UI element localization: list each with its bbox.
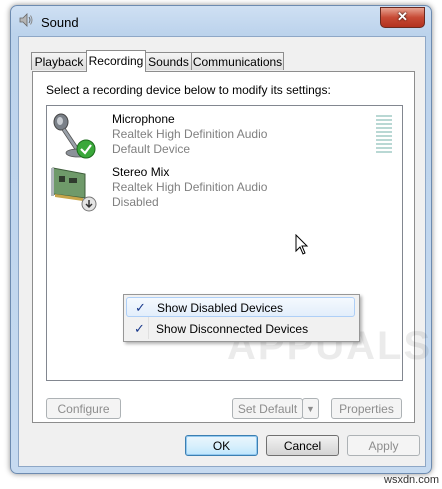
- tab-sounds[interactable]: Sounds: [145, 52, 192, 70]
- title-bar[interactable]: Sound ✕: [11, 6, 431, 36]
- menu-item-show-disconnected[interactable]: ✓ Show Disconnected Devices: [126, 319, 355, 339]
- menu-item-show-disabled[interactable]: ✓ Show Disabled Devices: [126, 297, 355, 317]
- tab-label: Recording: [88, 54, 144, 68]
- configure-button[interactable]: Configure: [46, 398, 121, 419]
- apply-button[interactable]: Apply: [347, 435, 420, 456]
- instruction-text: Select a recording device below to modif…: [46, 83, 331, 97]
- sound-dialog: Sound ✕ Playback Recording Sounds Commun…: [10, 5, 432, 474]
- footer-watermark: wsxdn.com: [384, 474, 440, 486]
- recording-panel: Select a recording device below to modif…: [32, 71, 430, 423]
- level-meter: [376, 115, 392, 155]
- default-check-icon: [76, 139, 96, 159]
- device-driver: Realtek High Definition Audio: [112, 180, 268, 194]
- dialog-client: Playback Recording Sounds Communications…: [18, 36, 430, 467]
- tab-label: Communications: [192, 55, 283, 69]
- window-title: Sound: [41, 15, 79, 30]
- tab-label: Sounds: [148, 55, 189, 69]
- set-default-button[interactable]: Set Default: [232, 398, 303, 419]
- device-list[interactable]: Microphone Realtek High Definition Audio…: [46, 105, 430, 381]
- device-name: Stereo Mix: [112, 165, 170, 179]
- ok-button[interactable]: OK: [185, 435, 258, 456]
- close-button[interactable]: ✕: [380, 7, 425, 28]
- speaker-icon: [19, 13, 33, 27]
- check-icon: ✓: [134, 321, 145, 336]
- properties-button[interactable]: Properties: [331, 398, 402, 419]
- sound-card-icon: [51, 167, 97, 212]
- context-menu: ✓ Show Disabled Devices ✓ Show Disconnec…: [123, 294, 360, 342]
- device-microphone[interactable]: Microphone Realtek High Definition Audio…: [47, 109, 402, 161]
- tab-communications[interactable]: Communications: [191, 52, 284, 70]
- set-default-dropdown-button[interactable]: ▼: [302, 398, 319, 419]
- tab-recording[interactable]: Recording: [86, 50, 146, 72]
- check-icon: ✓: [135, 300, 146, 315]
- microphone-icon: [53, 113, 96, 159]
- cancel-button[interactable]: Cancel: [266, 435, 339, 456]
- device-name: Microphone: [112, 112, 175, 126]
- close-icon: ✕: [397, 9, 408, 24]
- tab-label: Playback: [34, 55, 84, 69]
- menu-item-label: Show Disabled Devices: [157, 301, 284, 315]
- menu-item-label: Show Disconnected Devices: [156, 322, 309, 336]
- mouse-cursor-icon: [295, 234, 309, 255]
- device-stereo-mix[interactable]: Stereo Mix Realtek High Definition Audio…: [47, 162, 402, 214]
- tab-playback[interactable]: Playback: [31, 52, 87, 70]
- device-driver: Realtek High Definition Audio: [112, 127, 268, 141]
- device-status: Disabled: [112, 195, 159, 209]
- device-status: Default Device: [112, 142, 191, 156]
